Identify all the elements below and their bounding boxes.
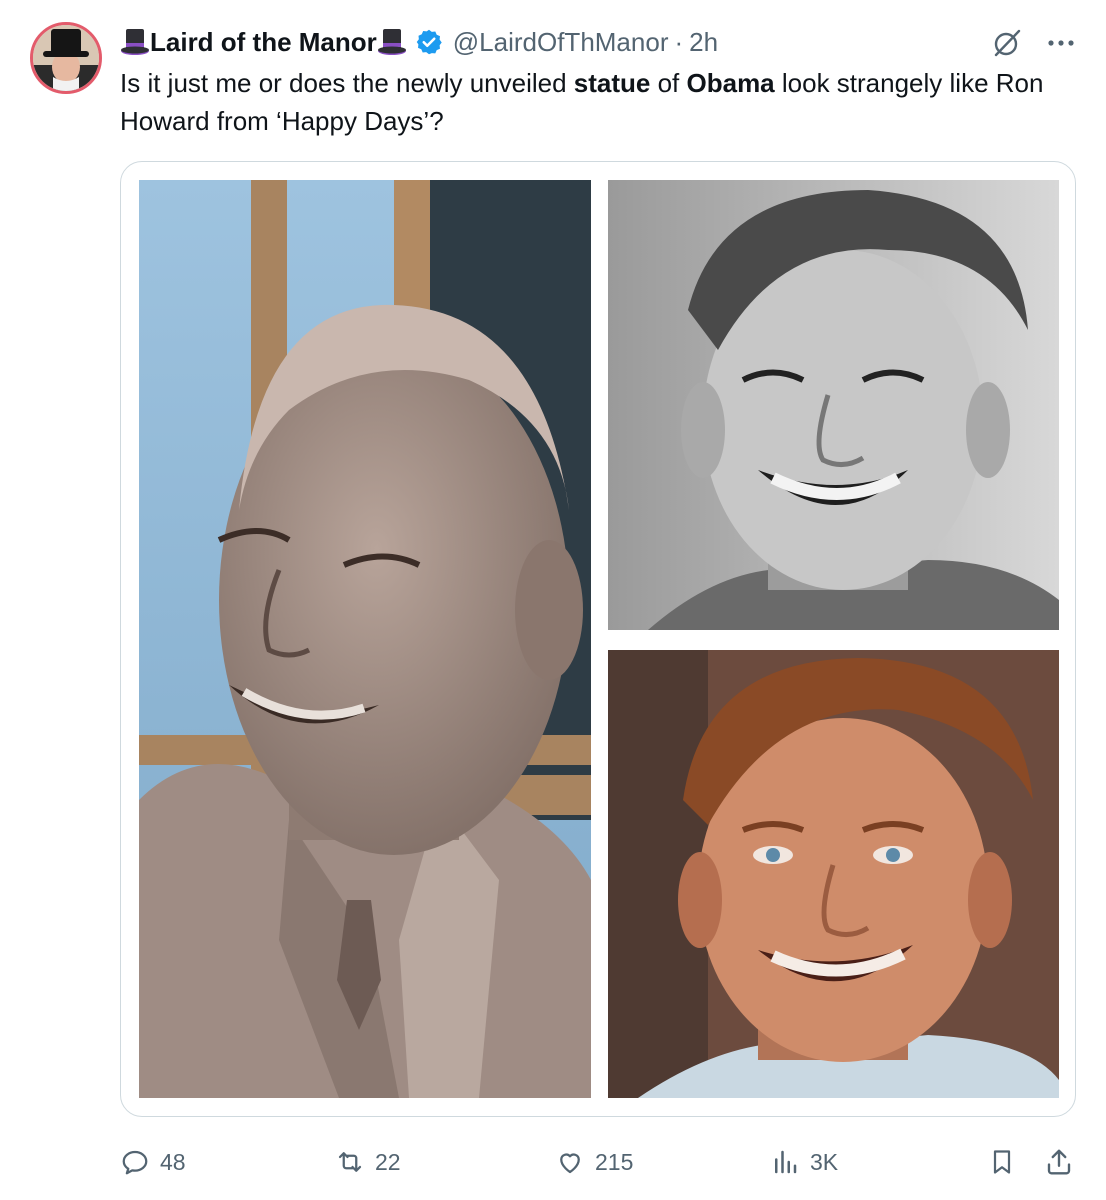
media-grid — [120, 161, 1076, 1117]
tweet-text-bold: statue — [573, 68, 651, 98]
share-button[interactable] — [1044, 1140, 1084, 1184]
bookmark-button[interactable] — [988, 1140, 1026, 1184]
grok-icon[interactable] — [990, 26, 1024, 60]
reply-button[interactable]: 48 — [120, 1140, 186, 1184]
avatar-image — [33, 25, 99, 91]
share-icon — [1047, 1149, 1071, 1175]
repost-button[interactable]: 22 — [335, 1140, 401, 1184]
avatar[interactable] — [30, 22, 102, 94]
top-hat-icon — [120, 26, 150, 58]
display-name[interactable]: Laird of the Manor — [150, 27, 377, 58]
tweet-text: Is it just me or does the newly unveiled… — [120, 64, 1080, 140]
like-count: 215 — [595, 1148, 634, 1175]
tweet-text-part: of — [650, 68, 687, 98]
reply-icon — [122, 1150, 148, 1175]
black-and-white-portrait-photo[interactable] — [608, 180, 1059, 630]
verified-badge-icon[interactable] — [415, 28, 443, 56]
tweet-top-actions — [990, 26, 1078, 60]
like-button[interactable]: 215 — [555, 1140, 633, 1184]
bookmark-icon — [993, 1150, 1011, 1174]
tweet-header: Laird of the Manor @LairdOfThManor · 2h — [120, 22, 718, 62]
heart-icon — [560, 1153, 580, 1174]
timestamp[interactable]: 2h — [689, 27, 718, 58]
view-count: 3K — [810, 1148, 839, 1175]
analytics-icon — [775, 1150, 797, 1174]
repost-icon — [338, 1152, 362, 1172]
more-options-icon[interactable] — [1044, 26, 1078, 60]
repost-count: 22 — [375, 1148, 401, 1175]
views-button[interactable]: 3K — [770, 1140, 838, 1184]
tweet-text-part: Is it just me or does the newly unveiled — [120, 68, 574, 98]
separator: · — [674, 26, 684, 57]
top-hat-icon — [377, 26, 407, 58]
statue-photo[interactable] — [139, 180, 591, 1098]
tweet-text-bold: Obama — [686, 68, 775, 98]
author-handle[interactable]: @LairdOfThManor — [453, 27, 669, 58]
reply-count: 48 — [160, 1148, 186, 1175]
tweet-actions-bar: 48 22 215 3K — [120, 1140, 1078, 1184]
color-portrait-photo[interactable] — [608, 650, 1059, 1098]
